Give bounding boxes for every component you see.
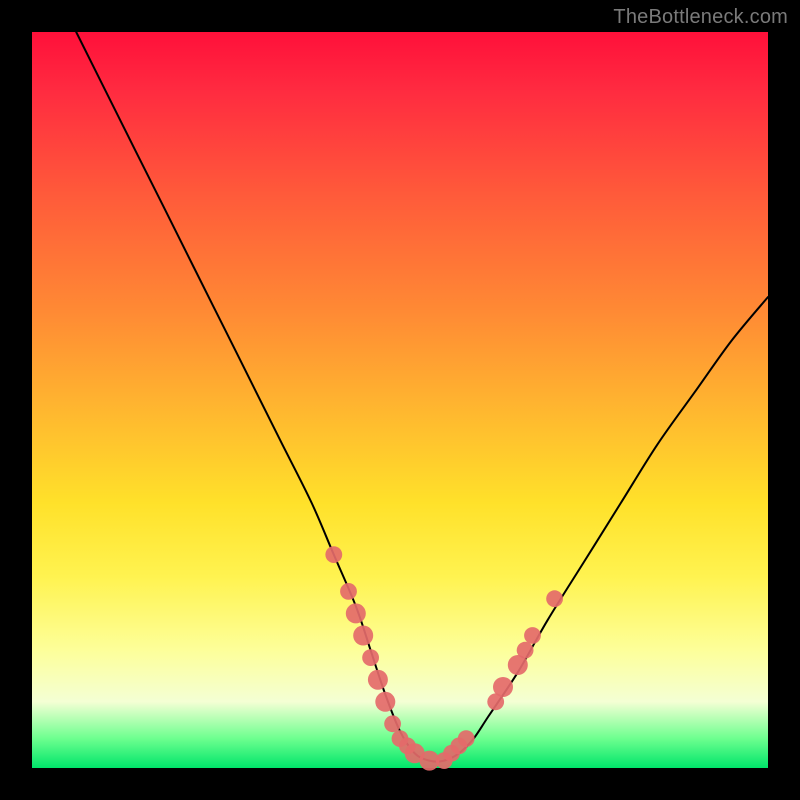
marker-dot	[384, 715, 401, 732]
marker-dot	[458, 730, 475, 747]
marker-dot	[346, 603, 366, 623]
marker-dot	[546, 590, 563, 607]
marker-dot	[325, 546, 342, 563]
marker-dot	[493, 677, 513, 697]
marker-dot	[368, 670, 388, 690]
marker-dot	[353, 626, 373, 646]
marker-dot	[375, 692, 395, 712]
marker-dot	[517, 642, 534, 659]
marker-dot	[524, 627, 541, 644]
curve-svg	[32, 32, 768, 768]
marker-dot	[362, 649, 379, 666]
chart-frame: TheBottleneck.com	[0, 0, 800, 800]
marker-dot	[340, 583, 357, 600]
bottleneck-curve	[76, 32, 768, 762]
plot-area	[32, 32, 768, 768]
watermark-text: TheBottleneck.com	[613, 6, 788, 29]
highlighted-points	[325, 546, 563, 770]
